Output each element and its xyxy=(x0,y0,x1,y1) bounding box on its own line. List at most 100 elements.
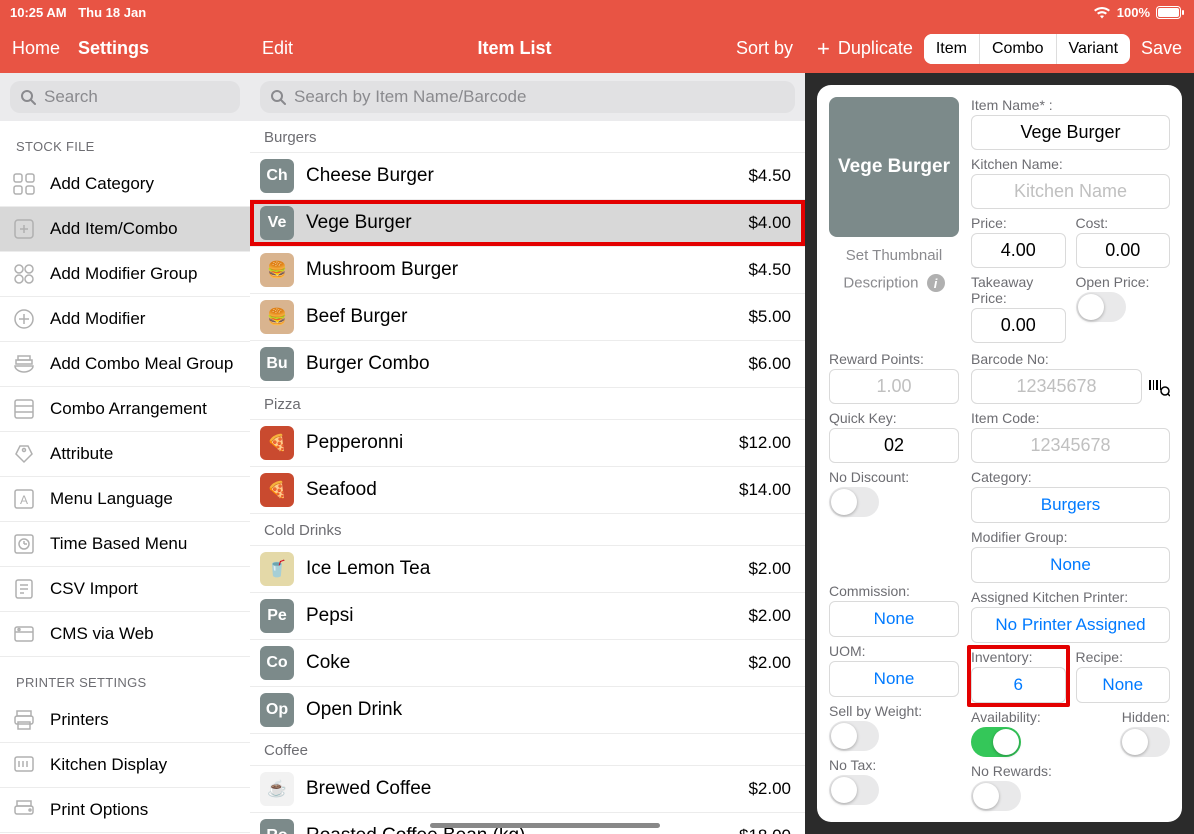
label-item-code: Item Code: xyxy=(971,410,1170,426)
seg-variant[interactable]: Variant xyxy=(1057,34,1131,64)
save-button[interactable]: Save xyxy=(1141,38,1182,59)
item-name: Vege Burger xyxy=(306,212,736,234)
label-takeaway-price: Takeaway Price: xyxy=(971,274,1066,306)
barcode-input[interactable]: 12345678 xyxy=(971,369,1142,404)
assigned-printer-button[interactable]: No Printer Assigned xyxy=(971,607,1170,643)
item-row[interactable]: 🥤Ice Lemon Tea$2.00 xyxy=(250,546,805,593)
sidebar-search-input[interactable] xyxy=(44,87,265,107)
item-row[interactable]: 🍔Beef Burger$5.00 xyxy=(250,294,805,341)
plus-icon: + xyxy=(817,36,830,62)
inventory-button[interactable]: 6 xyxy=(971,667,1066,703)
sell-by-weight-toggle[interactable] xyxy=(829,721,879,751)
battery-percent: 100% xyxy=(1117,5,1150,20)
item-price: $4.50 xyxy=(748,166,791,186)
item-price: $4.00 xyxy=(748,213,791,233)
sidebar-item-time-based-menu[interactable]: Time Based Menu xyxy=(0,522,250,567)
item-price: $6.00 xyxy=(748,354,791,374)
sidebar-item-add-item-combo[interactable]: Add Item/Combo xyxy=(0,207,250,252)
sidebar-item-label: Add Combo Meal Group xyxy=(50,354,233,374)
availability-toggle[interactable] xyxy=(971,727,1021,757)
item-type-segmented[interactable]: Item Combo Variant xyxy=(924,34,1130,64)
scrollbar[interactable] xyxy=(430,823,660,828)
label-no-discount: No Discount: xyxy=(829,469,959,485)
sidebar-item-add-modifier-group[interactable]: Add Modifier Group xyxy=(0,252,250,297)
sidebar-icon xyxy=(12,262,36,286)
modifier-group-button[interactable]: None xyxy=(971,547,1170,583)
quick-key-input[interactable]: 02 xyxy=(829,428,959,463)
item-thumb: Ve xyxy=(260,206,294,240)
sidebar-item-kitchen-display[interactable]: Kitchen Display xyxy=(0,743,250,788)
item-row[interactable]: ChCheese Burger$4.50 xyxy=(250,153,805,200)
category-button[interactable]: Burgers xyxy=(971,487,1170,523)
hidden-toggle[interactable] xyxy=(1120,727,1170,757)
no-rewards-toggle[interactable] xyxy=(971,781,1021,811)
item-row[interactable]: 🍕Pepperonni$12.00 xyxy=(250,420,805,467)
price-input[interactable]: 4.00 xyxy=(971,233,1066,268)
set-thumbnail-button[interactable]: Set Thumbnail xyxy=(846,247,942,264)
item-thumb: 🍔 xyxy=(260,300,294,334)
sidebar-item-print-options[interactable]: Print Options xyxy=(0,788,250,833)
recipe-button[interactable]: None xyxy=(1076,667,1171,703)
sidebar-item-add-category[interactable]: Add Category xyxy=(0,162,250,207)
sidebar-icon xyxy=(12,577,36,601)
item-row[interactable]: Ve Vege Burger $4.00 xyxy=(250,200,805,247)
item-thumb: Bu xyxy=(260,347,294,381)
category-header: Burgers xyxy=(250,121,805,153)
item-search[interactable] xyxy=(260,81,795,113)
cost-input[interactable]: 0.00 xyxy=(1076,233,1171,268)
item-row[interactable]: BuBurger Combo$6.00 xyxy=(250,341,805,388)
label-inventory: Inventory: xyxy=(971,649,1066,665)
sidebar-icon: A xyxy=(12,487,36,511)
reward-points-input[interactable]: 1.00 xyxy=(829,369,959,404)
sidebar-item-label: Printers xyxy=(50,710,109,730)
item-thumbnail[interactable]: Vege Burger xyxy=(829,97,959,237)
item-code-input[interactable]: 12345678 xyxy=(971,428,1170,463)
item-search-input[interactable] xyxy=(294,87,785,107)
seg-combo[interactable]: Combo xyxy=(980,34,1057,64)
kitchen-name-input[interactable]: Kitchen Name xyxy=(971,174,1170,209)
duplicate-button[interactable]: Duplicate xyxy=(838,38,913,59)
takeaway-price-input[interactable]: 0.00 xyxy=(971,308,1066,343)
section-printer-settings: PRINTER SETTINGS xyxy=(0,657,250,698)
item-row[interactable]: ☕Brewed Coffee$2.00 xyxy=(250,766,805,813)
sidebar-item-cms-via-web[interactable]: CMS via Web xyxy=(0,612,250,657)
sidebar-search[interactable] xyxy=(10,81,240,113)
no-tax-toggle[interactable] xyxy=(829,775,879,805)
sidebar-item-menu-language[interactable]: AMenu Language xyxy=(0,477,250,522)
sidebar-item-add-modifier[interactable]: Add Modifier xyxy=(0,297,250,342)
sidebar-item-attribute[interactable]: Attribute xyxy=(0,432,250,477)
uom-button[interactable]: None xyxy=(829,661,959,697)
sidebar-item-add-combo-meal-group[interactable]: Add Combo Meal Group xyxy=(0,342,250,387)
sidebar-item-printers[interactable]: Printers xyxy=(0,698,250,743)
category-header: Coffee xyxy=(250,734,805,766)
sort-button[interactable]: Sort by xyxy=(736,38,793,59)
item-name: Cheese Burger xyxy=(306,165,736,187)
category-header: Cold Drinks xyxy=(250,514,805,546)
no-discount-toggle[interactable] xyxy=(829,487,879,517)
sidebar-item-combo-arrangement[interactable]: Combo Arrangement xyxy=(0,387,250,432)
svg-text:A: A xyxy=(20,493,28,507)
item-name: Beef Burger xyxy=(306,306,736,328)
commission-button[interactable]: None xyxy=(829,601,959,637)
seg-item[interactable]: Item xyxy=(924,34,980,64)
item-row[interactable]: CoCoke$2.00 xyxy=(250,640,805,687)
status-date: Thu 18 Jan xyxy=(78,5,146,20)
item-row[interactable]: 🍔Mushroom Burger$4.50 xyxy=(250,247,805,294)
sidebar-icon xyxy=(12,307,36,331)
item-name: Brewed Coffee xyxy=(306,778,736,800)
open-price-toggle[interactable] xyxy=(1076,292,1126,322)
item-row[interactable]: PePepsi$2.00 xyxy=(250,593,805,640)
edit-button[interactable]: Edit xyxy=(262,38,293,59)
sidebar-item-csv-import[interactable]: CSV Import xyxy=(0,567,250,612)
item-row[interactable]: OpOpen Drink xyxy=(250,687,805,734)
barcode-scan-icon[interactable] xyxy=(1148,376,1170,398)
label-category: Category: xyxy=(971,469,1170,485)
item-name-input[interactable]: Vege Burger xyxy=(971,115,1170,150)
description-button[interactable]: Description i xyxy=(843,274,944,292)
item-row[interactable]: 🍕Seafood$14.00 xyxy=(250,467,805,514)
home-button[interactable]: Home xyxy=(12,38,60,59)
info-icon: i xyxy=(927,274,945,292)
sidebar-item-label: CSV Import xyxy=(50,579,138,599)
label-price: Price: xyxy=(971,215,1066,231)
label-kitchen-name: Kitchen Name: xyxy=(971,156,1170,172)
